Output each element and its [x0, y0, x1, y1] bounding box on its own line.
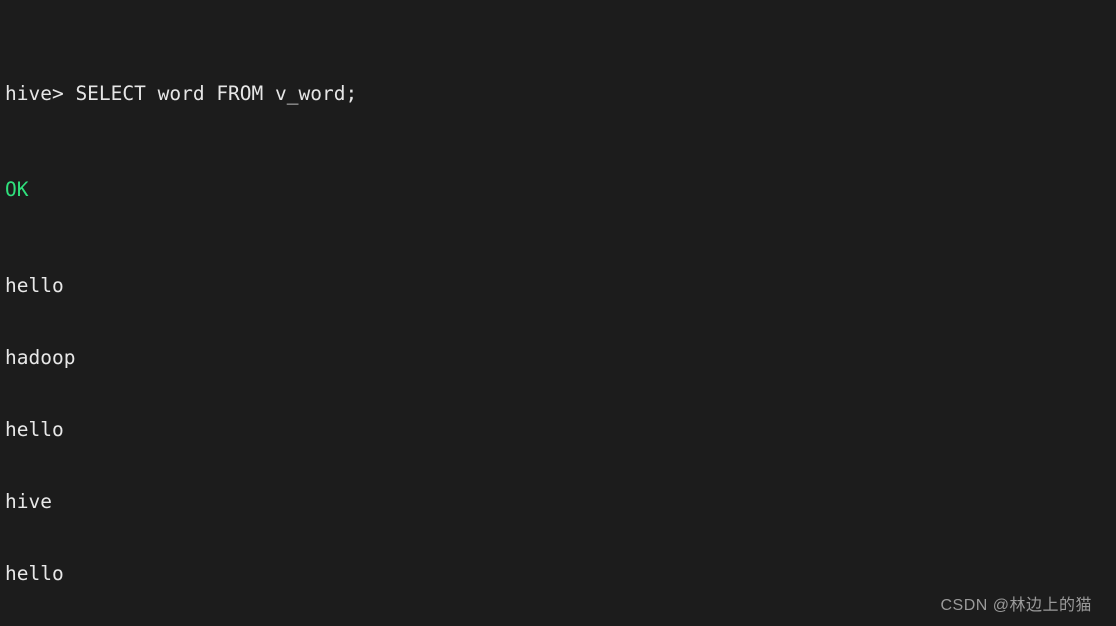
- result-row: hello: [5, 562, 64, 585]
- result-row: hadoop: [5, 346, 76, 369]
- watermark-label: CSDN @林边上的猫: [940, 597, 1092, 614]
- result-row: hello: [5, 418, 64, 441]
- terminal-status-ok: OK: [5, 178, 29, 201]
- result-row: hello: [5, 274, 64, 297]
- terminal-screen: hive> SELECT word FROM v_word; OK hello …: [5, 10, 1116, 626]
- terminal-window[interactable]: hive> SELECT word FROM v_word; OK hello …: [0, 0, 1116, 626]
- result-row: hive: [5, 490, 52, 513]
- terminal-command-line: hive> SELECT word FROM v_word;: [5, 82, 358, 105]
